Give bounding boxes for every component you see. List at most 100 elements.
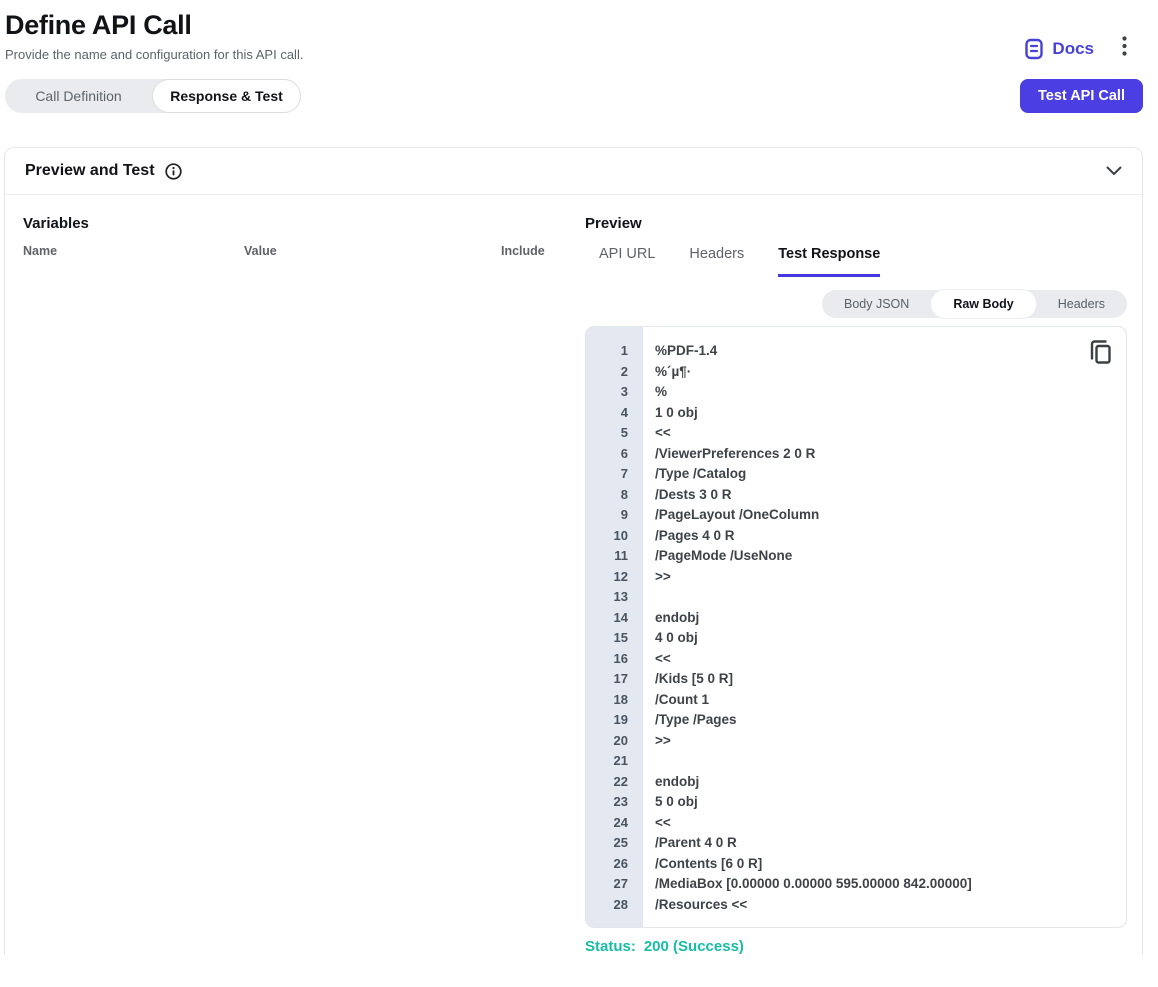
docs-label: Docs (1052, 39, 1094, 59)
page-header: Define API Call Provide the name and con… (5, 10, 1143, 63)
code-line: 5 0 obj (643, 792, 1126, 813)
line-number: 5 (586, 423, 643, 444)
code-line: >> (643, 567, 1126, 588)
line-number: 27 (586, 874, 643, 895)
tab-response-and-test[interactable]: Response & Test (152, 79, 301, 113)
code-line: >> (643, 731, 1126, 752)
copy-icon[interactable] (1090, 339, 1112, 368)
body-segment-wrap: Body JSON Raw Body Headers (585, 290, 1127, 318)
raw-body-code-viewer: 1234567891011121314151617181920212223242… (585, 326, 1127, 928)
body-segment-control: Body JSON Raw Body Headers (822, 290, 1127, 318)
line-number: 19 (586, 710, 643, 731)
page-subtitle: Provide the name and configuration for t… (5, 47, 303, 62)
variables-col-name: Name (23, 244, 244, 258)
code-line: /Kids [5 0 R] (643, 669, 1126, 690)
line-number: 14 (586, 608, 643, 629)
line-number: 7 (586, 464, 643, 485)
page-title: Define API Call (5, 10, 303, 41)
variables-title: Variables (23, 215, 563, 232)
test-api-call-button[interactable]: Test API Call (1020, 79, 1143, 113)
code-line: /Parent 4 0 R (643, 833, 1126, 854)
line-number: 15 (586, 628, 643, 649)
code-line: % (643, 382, 1126, 403)
code-line: endobj (643, 772, 1126, 793)
variables-col-value: Value (244, 244, 501, 258)
code-line: /Dests 3 0 R (643, 485, 1126, 506)
line-number: 17 (586, 669, 643, 690)
code-line: /Count 1 (643, 690, 1126, 711)
code-line: %´µ¶· (643, 362, 1126, 383)
code-line: /Type /Pages (643, 710, 1126, 731)
line-number: 10 (586, 526, 643, 547)
code-line: 4 0 obj (643, 628, 1126, 649)
tab-call-definition[interactable]: Call Definition (5, 79, 152, 113)
line-number: 6 (586, 444, 643, 465)
code-line: /Contents [6 0 R] (643, 854, 1126, 875)
status-row: Status: 200 (Success) (585, 938, 1127, 955)
line-number: 20 (586, 731, 643, 752)
collapse-chevron-down-icon[interactable] (1106, 166, 1122, 176)
card-body: Variables Name Value Include Preview API… (5, 195, 1142, 955)
line-number: 24 (586, 813, 643, 834)
card-title-wrap: Preview and Test (25, 162, 182, 180)
line-number: 21 (586, 751, 643, 772)
variables-col-include: Include (501, 244, 563, 258)
preview-tab-api-url[interactable]: API URL (599, 246, 655, 277)
line-number: 4 (586, 403, 643, 424)
status-value: 200 (Success) (644, 938, 744, 955)
line-number: 25 (586, 833, 643, 854)
code-line: /PageMode /UseNone (643, 546, 1126, 567)
status-label: Status: (585, 938, 636, 955)
line-number: 16 (586, 649, 643, 670)
preview-and-test-card: Preview and Test Variables (4, 147, 1143, 955)
line-number: 18 (586, 690, 643, 711)
tab-row: Call Definition Response & Test Test API… (5, 79, 1143, 113)
code-line: /ViewerPreferences 2 0 R (643, 444, 1126, 465)
code-line (643, 751, 1126, 772)
header-actions: Docs (1024, 34, 1133, 63)
line-number: 2 (586, 362, 643, 383)
card-title: Preview and Test (25, 162, 155, 180)
line-number: 8 (586, 485, 643, 506)
code-line: /Type /Catalog (643, 464, 1126, 485)
code-line: endobj (643, 608, 1126, 629)
page-heading-block: Define API Call Provide the name and con… (5, 10, 303, 62)
segment-raw-body[interactable]: Raw Body (931, 290, 1035, 318)
preview-title: Preview (585, 215, 1127, 232)
info-icon[interactable] (165, 163, 182, 180)
code-line: 1 0 obj (643, 403, 1126, 424)
variables-column-headers: Name Value Include (23, 244, 563, 258)
line-number: 9 (586, 505, 643, 526)
code-line: /Pages 4 0 R (643, 526, 1126, 547)
preview-tab-test-response[interactable]: Test Response (778, 246, 880, 277)
preview-tab-headers[interactable]: Headers (689, 246, 744, 277)
code-line: /PageLayout /OneColumn (643, 505, 1126, 526)
kebab-menu-icon[interactable] (1116, 34, 1133, 63)
code-line: /Resources << (643, 895, 1126, 916)
code-content: %PDF-1.4%´µ¶·%1 0 obj<</ViewerPreference… (643, 327, 1126, 927)
variables-section: Variables Name Value Include (23, 215, 563, 955)
line-number: 23 (586, 792, 643, 813)
code-line: << (643, 423, 1126, 444)
segment-headers[interactable]: Headers (1036, 290, 1127, 318)
line-number: 28 (586, 895, 643, 916)
line-number: 12 (586, 567, 643, 588)
code-line: /MediaBox [0.00000 0.00000 595.00000 842… (643, 874, 1126, 895)
line-number: 11 (586, 546, 643, 567)
line-number: 3 (586, 382, 643, 403)
docs-button[interactable]: Docs (1024, 38, 1094, 60)
code-line: << (643, 649, 1126, 670)
define-api-call-page: Define API Call Provide the name and con… (0, 0, 1158, 955)
preview-tab-bar: API URL Headers Test Response (585, 246, 1127, 277)
code-line (643, 587, 1126, 608)
docs-icon (1024, 38, 1044, 60)
segment-body-json[interactable]: Body JSON (822, 290, 931, 318)
line-number: 22 (586, 772, 643, 793)
line-number: 26 (586, 854, 643, 875)
preview-section: Preview API URL Headers Test Response Bo… (585, 215, 1127, 955)
code-line: << (643, 813, 1126, 834)
line-number: 13 (586, 587, 643, 608)
line-number-gutter: 1234567891011121314151617181920212223242… (586, 327, 643, 927)
line-number: 1 (586, 341, 643, 362)
main-tab-group: Call Definition Response & Test (5, 79, 301, 113)
